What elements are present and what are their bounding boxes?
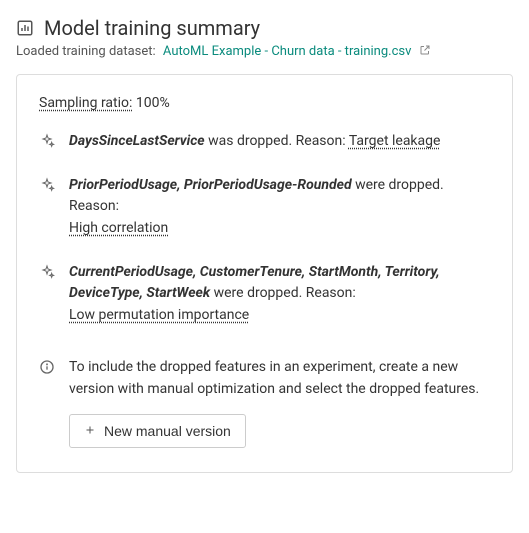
dropped-feature-names: PriorPeriodUsage, PriorPeriodUsage-Round… xyxy=(69,177,352,193)
drop-mid-text: was dropped. Reason: xyxy=(205,133,349,149)
drop-item: DaysSinceLastService was dropped. Reason… xyxy=(39,131,490,153)
sampling-ratio-value: 100% xyxy=(136,95,170,111)
drop-mid-text: were dropped. Reason: xyxy=(210,285,356,301)
drop-reason-link[interactable]: Target leakage xyxy=(349,133,441,149)
drop-reason-link[interactable]: Low permutation importance xyxy=(69,307,249,323)
dataset-link-label: AutoML Example - Churn data - training.c… xyxy=(163,44,411,59)
drop-item: PriorPeriodUsage, PriorPeriodUsage-Round… xyxy=(39,175,490,240)
sampling-ratio-label: Sampling ratio: xyxy=(39,95,132,111)
plus-icon xyxy=(84,423,96,439)
info-icon xyxy=(39,359,55,375)
dropped-feature-names: DaysSinceLastService xyxy=(69,133,205,149)
sparkle-icon xyxy=(39,264,55,280)
drop-text: DaysSinceLastService was dropped. Reason… xyxy=(69,131,490,153)
sampling-ratio: Sampling ratio: 100% xyxy=(39,95,490,111)
drop-text: PriorPeriodUsage, PriorPeriodUsage-Round… xyxy=(69,175,490,240)
dropped-features-list: DaysSinceLastService was dropped. Reason… xyxy=(39,131,490,327)
page-title: Model training summary xyxy=(44,16,260,40)
external-link-icon xyxy=(419,44,431,60)
drop-reason-link[interactable]: High correlation xyxy=(69,220,168,236)
dataset-link[interactable]: AutoML Example - Churn data - training.c… xyxy=(163,44,431,59)
page-header: Model training summary xyxy=(16,16,513,40)
dataset-subheader: Loaded training dataset: AutoML Example … xyxy=(16,44,513,60)
new-manual-version-label: New manual version xyxy=(104,423,231,439)
chart-icon xyxy=(16,19,34,37)
drop-text: CurrentPeriodUsage, CustomerTenure, Star… xyxy=(69,262,490,327)
sparkle-icon xyxy=(39,133,55,149)
new-manual-version-button[interactable]: New manual version xyxy=(69,414,246,448)
sparkle-icon xyxy=(39,177,55,193)
summary-card: Sampling ratio: 100% DaysSinceLastServic… xyxy=(16,74,513,473)
info-block: To include the dropped features in an ex… xyxy=(39,357,490,448)
drop-item: CurrentPeriodUsage, CustomerTenure, Star… xyxy=(39,262,490,327)
dataset-prefix: Loaded training dataset: xyxy=(16,44,156,59)
info-text: To include the dropped features in an ex… xyxy=(69,357,490,400)
